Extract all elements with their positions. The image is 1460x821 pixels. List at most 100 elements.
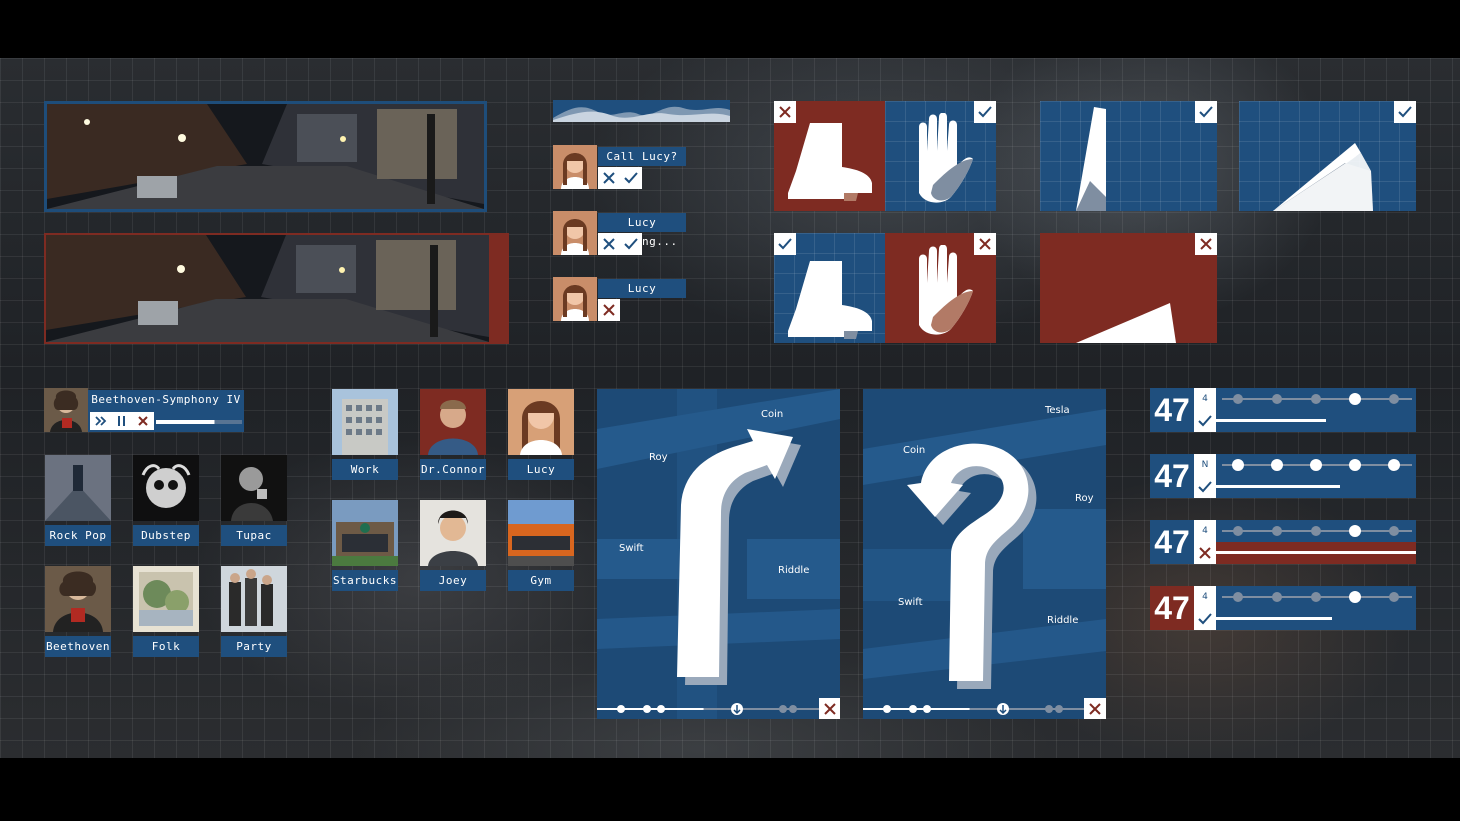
music-player: Beethoven-Symphony IV: [88, 390, 244, 432]
playlist-beethoven[interactable]: Beethoven: [45, 566, 111, 657]
contact-label: Work: [332, 459, 398, 480]
street-label-roy: Roy: [1075, 493, 1094, 504]
contact-lucy[interactable]: Lucy: [508, 389, 574, 480]
check-icon[interactable]: [1194, 608, 1216, 630]
level-slider[interactable]: [1216, 388, 1416, 432]
slider-step-dot[interactable]: [1272, 394, 1282, 404]
now-playing-album-art: [44, 388, 88, 432]
playlist-folk[interactable]: Folk: [133, 566, 199, 657]
speed-indicator-row-alert[interactable]: 47 4: [1150, 586, 1416, 630]
slider-step-dot[interactable]: [1233, 394, 1243, 404]
slider-step-dot[interactable]: [1388, 459, 1400, 471]
steering-angle-tile-3-rejected[interactable]: [1040, 233, 1217, 343]
slider-step-dot[interactable]: [1233, 526, 1243, 536]
gear-indicator: N: [1194, 454, 1216, 476]
slider-step-dot[interactable]: [1310, 459, 1322, 471]
turn-right-arrow-icon: [677, 429, 801, 685]
slider-step-dot[interactable]: [1389, 394, 1399, 404]
track-progress-bar[interactable]: [156, 420, 242, 424]
close-icon[interactable]: [1195, 233, 1217, 255]
contact-label: Dr.Connor: [420, 459, 486, 480]
slider-step-dot[interactable]: [1389, 526, 1399, 536]
slider-step-dot[interactable]: [1272, 526, 1282, 536]
foot-gesture-tile-rejected[interactable]: [774, 101, 885, 211]
close-icon[interactable]: [598, 299, 620, 321]
check-icon[interactable]: [1194, 476, 1216, 498]
close-icon[interactable]: [1084, 698, 1106, 719]
level-slider[interactable]: [1216, 454, 1416, 498]
boot-icon: [788, 261, 872, 339]
contact-joey[interactable]: Joey: [420, 500, 486, 591]
route-progress-bar[interactable]: [597, 699, 819, 719]
boot-icon: [788, 123, 872, 201]
close-icon[interactable]: [598, 167, 620, 189]
speed-indicator-row[interactable]: 47 N: [1150, 454, 1416, 498]
slider-step-dot[interactable]: [1349, 393, 1361, 405]
playlist-label: Dubstep: [133, 525, 199, 546]
slider-step-dot[interactable]: [1311, 394, 1321, 404]
speed-indicator-row-warning[interactable]: 47 4: [1150, 520, 1416, 564]
active-call-label: Lucy: [598, 279, 686, 298]
close-icon[interactable]: [774, 101, 796, 123]
slider-step-dot[interactable]: [1272, 592, 1282, 602]
close-icon[interactable]: [1194, 542, 1216, 564]
street-camera-feed-2-alert[interactable]: [44, 233, 509, 344]
close-icon[interactable]: [598, 233, 620, 255]
slider-step-dot[interactable]: [1311, 526, 1321, 536]
angle-gauge-icon: [1273, 143, 1373, 211]
navigation-map-turn-right[interactable]: Coin Roy Swift Riddle: [597, 389, 840, 719]
route-progress-bar[interactable]: [863, 699, 1085, 719]
place-work[interactable]: Work: [332, 389, 398, 480]
check-icon[interactable]: [620, 167, 642, 189]
level-slider[interactable]: [1216, 586, 1416, 630]
speed-value: 47: [1150, 520, 1194, 564]
slider-step-dot[interactable]: [1233, 592, 1243, 602]
contact-avatar-lucy: [553, 277, 597, 321]
slider-step-dot[interactable]: [1349, 591, 1361, 603]
playlist-tupac[interactable]: Tupac: [221, 455, 287, 546]
close-icon[interactable]: [819, 698, 840, 719]
navigation-map-u-turn[interactable]: Tesla Coin Roy Swift Riddle: [863, 389, 1106, 719]
foot-gesture-tile-accepted[interactable]: [774, 233, 885, 343]
hand-gesture-tile-rejected[interactable]: [885, 233, 996, 343]
contact-dr-connor[interactable]: Dr.Connor: [420, 389, 486, 480]
check-icon[interactable]: [1195, 101, 1217, 123]
slider-step-dot[interactable]: [1349, 459, 1361, 471]
playlist-dubstep[interactable]: Dubstep: [133, 455, 199, 546]
close-icon[interactable]: [974, 233, 996, 255]
speed-indicator-row[interactable]: 47 4: [1150, 388, 1416, 432]
hand-icon: [919, 113, 973, 203]
now-playing-title: Beethoven-Symphony IV: [91, 393, 241, 406]
slider-step-dot[interactable]: [1311, 592, 1321, 602]
level-slider[interactable]: [1216, 520, 1416, 564]
hand-icon: [919, 245, 973, 335]
progress-fill: [1216, 617, 1332, 620]
speed-value: 47: [1150, 586, 1194, 630]
steering-angle-tile-1[interactable]: [1040, 101, 1217, 211]
close-icon[interactable]: [132, 412, 154, 430]
check-icon[interactable]: [974, 101, 996, 123]
slider-step-dot[interactable]: [1349, 525, 1361, 537]
fast-forward-icon[interactable]: [90, 412, 112, 430]
street-label-coin: Coin: [761, 409, 784, 420]
place-starbucks[interactable]: Starbucks: [332, 500, 398, 591]
street-camera-feed-1[interactable]: [44, 101, 487, 212]
check-icon[interactable]: [1194, 410, 1216, 432]
playback-controls: [90, 412, 154, 430]
pause-icon[interactable]: [112, 412, 132, 430]
slider-step-dot[interactable]: [1389, 592, 1399, 602]
playlist-rock-pop[interactable]: Rock Pop: [45, 455, 111, 546]
check-icon[interactable]: [774, 233, 796, 255]
gear-indicator: 4: [1194, 388, 1216, 410]
slider-step-dot[interactable]: [1271, 459, 1283, 471]
audio-waveform: [553, 100, 730, 122]
contact-label: Gym: [508, 570, 574, 591]
playlist-party[interactable]: Party: [221, 566, 287, 657]
steering-angle-tile-2[interactable]: [1239, 101, 1416, 211]
place-gym[interactable]: Gym: [508, 500, 574, 591]
check-icon[interactable]: [620, 233, 642, 255]
slider-step-dot[interactable]: [1232, 459, 1244, 471]
hud-canvas: Call Lucy? Lucy Calling... Lucy: [0, 58, 1460, 758]
check-icon[interactable]: [1394, 101, 1416, 123]
hand-gesture-tile-accepted[interactable]: [885, 101, 996, 211]
